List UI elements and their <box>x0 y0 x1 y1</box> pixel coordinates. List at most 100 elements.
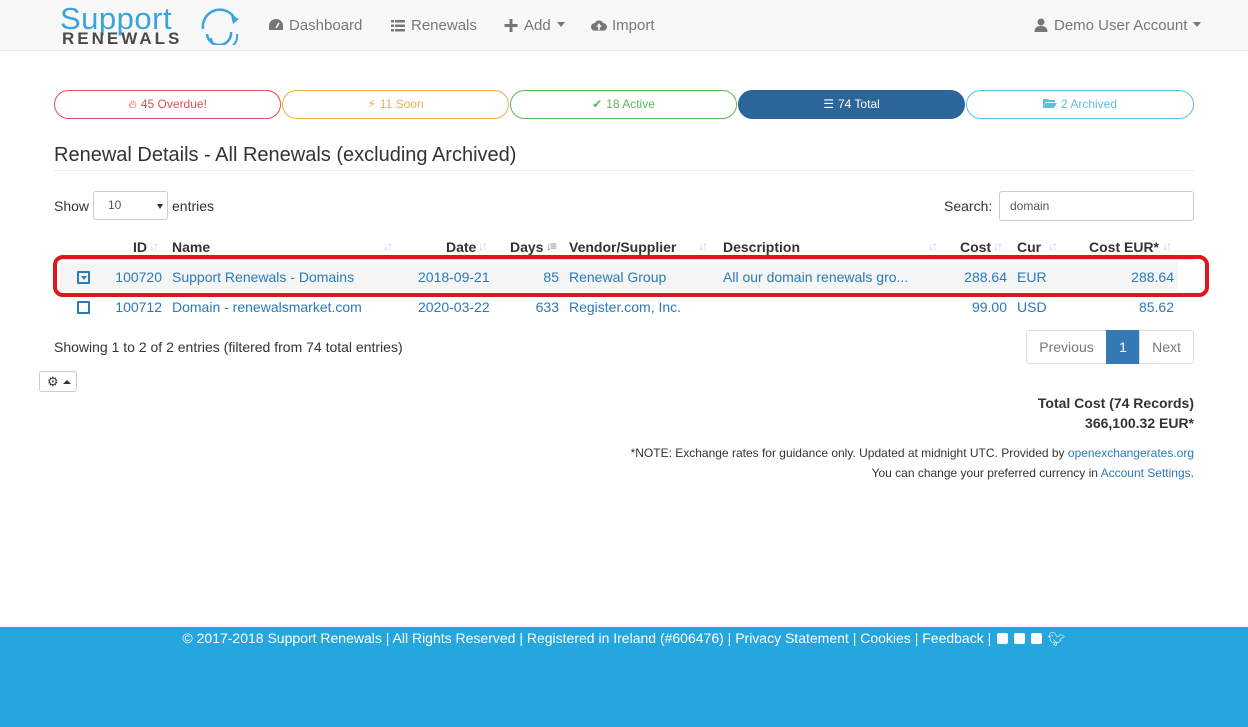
account-settings-link[interactable]: Account Settings <box>1101 466 1191 480</box>
sort-icon: ↓↑ <box>928 239 938 253</box>
total-cost-value: 366,100.32 EUR* <box>1085 415 1194 431</box>
cloud-upload-icon <box>591 20 607 31</box>
nav-add-label: Add <box>524 17 551 34</box>
search-label: Search: <box>944 198 993 214</box>
pill-active-label: 18 Active <box>606 97 655 111</box>
col-header-name[interactable]: Name <box>172 239 210 255</box>
row-days[interactable]: 633 <box>510 299 559 315</box>
pill-soon[interactable]: ⚡︎ 11 Soon <box>282 90 509 119</box>
row-date[interactable]: 2020-03-22 <box>418 299 490 315</box>
chevron-down-icon <box>556 22 565 27</box>
pagination-next[interactable]: Next <box>1139 330 1194 364</box>
plus-icon <box>504 19 518 32</box>
col-header-days[interactable]: Days <box>510 239 543 255</box>
currency-note-text: You can change your preferred currency i… <box>871 466 1098 480</box>
col-header-cur[interactable]: Cur <box>1017 239 1041 255</box>
pagination-page-1[interactable]: 1 <box>1106 330 1140 364</box>
linkedin-icon[interactable] <box>997 633 1009 644</box>
check-icon: ✔ <box>592 97 603 111</box>
cookies-link[interactable]: Cookies <box>860 630 911 646</box>
col-header-cost-eur[interactable]: Cost EUR* <box>1089 239 1159 255</box>
sort-icon: ↓↑ <box>1048 239 1058 253</box>
folder-open-icon <box>1042 99 1057 108</box>
col-header-id[interactable]: ID <box>133 239 147 255</box>
feedback-link[interactable]: Feedback <box>922 630 983 646</box>
pill-total[interactable]: ☰ 74 Total <box>738 90 965 119</box>
row-name-link[interactable]: Domain - renewalsmarket.com <box>172 299 362 315</box>
nav-renewals[interactable]: Renewals <box>390 0 477 51</box>
sort-asc-icon: ↓≡ <box>546 239 557 253</box>
sort-icon: ↓↑ <box>383 239 393 253</box>
pill-soon-label: 11 Soon <box>379 97 424 111</box>
show-label: Show <box>54 198 90 214</box>
nav-import-label: Import <box>612 17 655 34</box>
privacy-statement-link[interactable]: Privacy Statement <box>735 630 849 646</box>
pill-archived[interactable]: 2 Archived <box>966 90 1194 119</box>
copyright-icon: © <box>182 630 193 646</box>
pill-active[interactable]: ✔ 18 Active <box>510 90 737 119</box>
currency-note-end: . <box>1190 466 1194 480</box>
divider <box>54 170 1194 171</box>
footer-sep: | <box>987 630 992 646</box>
footer-copyright: 2017-2018 Support Renewals | All Rights … <box>196 630 732 646</box>
page-title: Renewal Details - All Renewals (excludin… <box>54 144 517 166</box>
chevron-down-icon <box>157 204 163 209</box>
facebook-icon[interactable] <box>1030 633 1042 644</box>
sort-icon: ↓↑ <box>698 239 708 253</box>
row-vendor[interactable]: Register.com, Inc. <box>569 299 681 315</box>
col-header-vendor[interactable]: Vendor/Supplier <box>569 239 676 255</box>
col-header-date[interactable]: Date <box>446 239 476 255</box>
nav-dashboard[interactable]: Dashboard <box>268 0 362 51</box>
exchange-note-text: *NOTE: Exchange rates for guidance only.… <box>630 446 1065 460</box>
row-currency[interactable]: USD <box>1017 299 1047 315</box>
footer-text: © 2017-2018 Support Renewals | All Right… <box>0 630 1248 648</box>
twitter-icon[interactable]: 🐦︎ <box>1048 631 1066 648</box>
nav-dashboard-label: Dashboard <box>289 17 363 34</box>
pagination-previous[interactable]: Previous <box>1026 330 1107 364</box>
row-select-checkbox[interactable] <box>77 301 90 314</box>
pill-overdue-label: 45 Overdue! <box>140 97 207 111</box>
nav-add-dropdown[interactable]: Add <box>503 0 565 51</box>
footer: © 2017-2018 Support Renewals | All Right… <box>0 627 1248 727</box>
list-icon <box>391 20 405 32</box>
search-input[interactable] <box>999 191 1194 221</box>
nav-account-label: Demo User Account <box>1054 17 1188 34</box>
pill-overdue[interactable]: 🔥︎ 45 Overdue! <box>54 90 281 119</box>
row-id-link[interactable]: 100712 <box>100 299 162 315</box>
openexchangerates-link[interactable]: openexchangerates.org <box>1068 446 1194 460</box>
col-header-description[interactable]: Description <box>723 239 800 255</box>
entries-label: entries <box>172 198 215 214</box>
settings-dropup-button[interactable]: ⚙ <box>39 371 77 392</box>
col-header-cost[interactable]: Cost <box>960 239 991 255</box>
row-cost-eur[interactable]: 85.62 <box>1090 299 1174 315</box>
row-cost[interactable]: 99.00 <box>940 299 1007 315</box>
entries-per-page-select[interactable]: 10 <box>93 191 168 220</box>
bolt-icon: ⚡︎ <box>367 97 376 111</box>
list-icon: ☰ <box>823 97 834 111</box>
user-icon <box>1034 18 1048 32</box>
exchange-note: *NOTE: Exchange rates for guidance only.… <box>631 446 1194 460</box>
footer-sep: | <box>852 630 857 646</box>
entries-select-value: 10 <box>108 198 122 212</box>
dashboard-icon <box>269 19 283 30</box>
fire-icon: 🔥︎ <box>128 97 137 111</box>
row-highlight-annotation <box>53 255 1209 297</box>
chevron-down-icon <box>1193 22 1202 27</box>
pill-total-label: 74 Total <box>837 97 880 111</box>
total-cost-label: Total Cost (74 Records) <box>1037 395 1194 411</box>
caret-up-icon <box>63 380 71 384</box>
sort-icon: ↓↑ <box>1162 239 1172 253</box>
brand-logo[interactable]: Support RENEWALS <box>60 2 245 48</box>
gear-icon: ⚙ <box>47 374 59 389</box>
brand-line2: RENEWALS <box>62 29 183 48</box>
sort-icon: ↓↑ <box>478 239 488 253</box>
sort-icon: ↓↑ <box>993 239 1003 253</box>
nav-account-dropdown[interactable]: Demo User Account <box>1033 0 1202 51</box>
nav-renewals-label: Renewals <box>411 17 477 34</box>
sort-icon: ↓↑ <box>149 239 159 253</box>
renew-arrows-icon <box>201 8 239 45</box>
currency-note: You can change your preferred currency i… <box>872 466 1194 480</box>
youtube-icon[interactable] <box>1014 633 1026 644</box>
nav-import[interactable]: Import <box>591 0 655 51</box>
navbar: Support RENEWALS Dashboard Renewals Add … <box>0 0 1248 51</box>
